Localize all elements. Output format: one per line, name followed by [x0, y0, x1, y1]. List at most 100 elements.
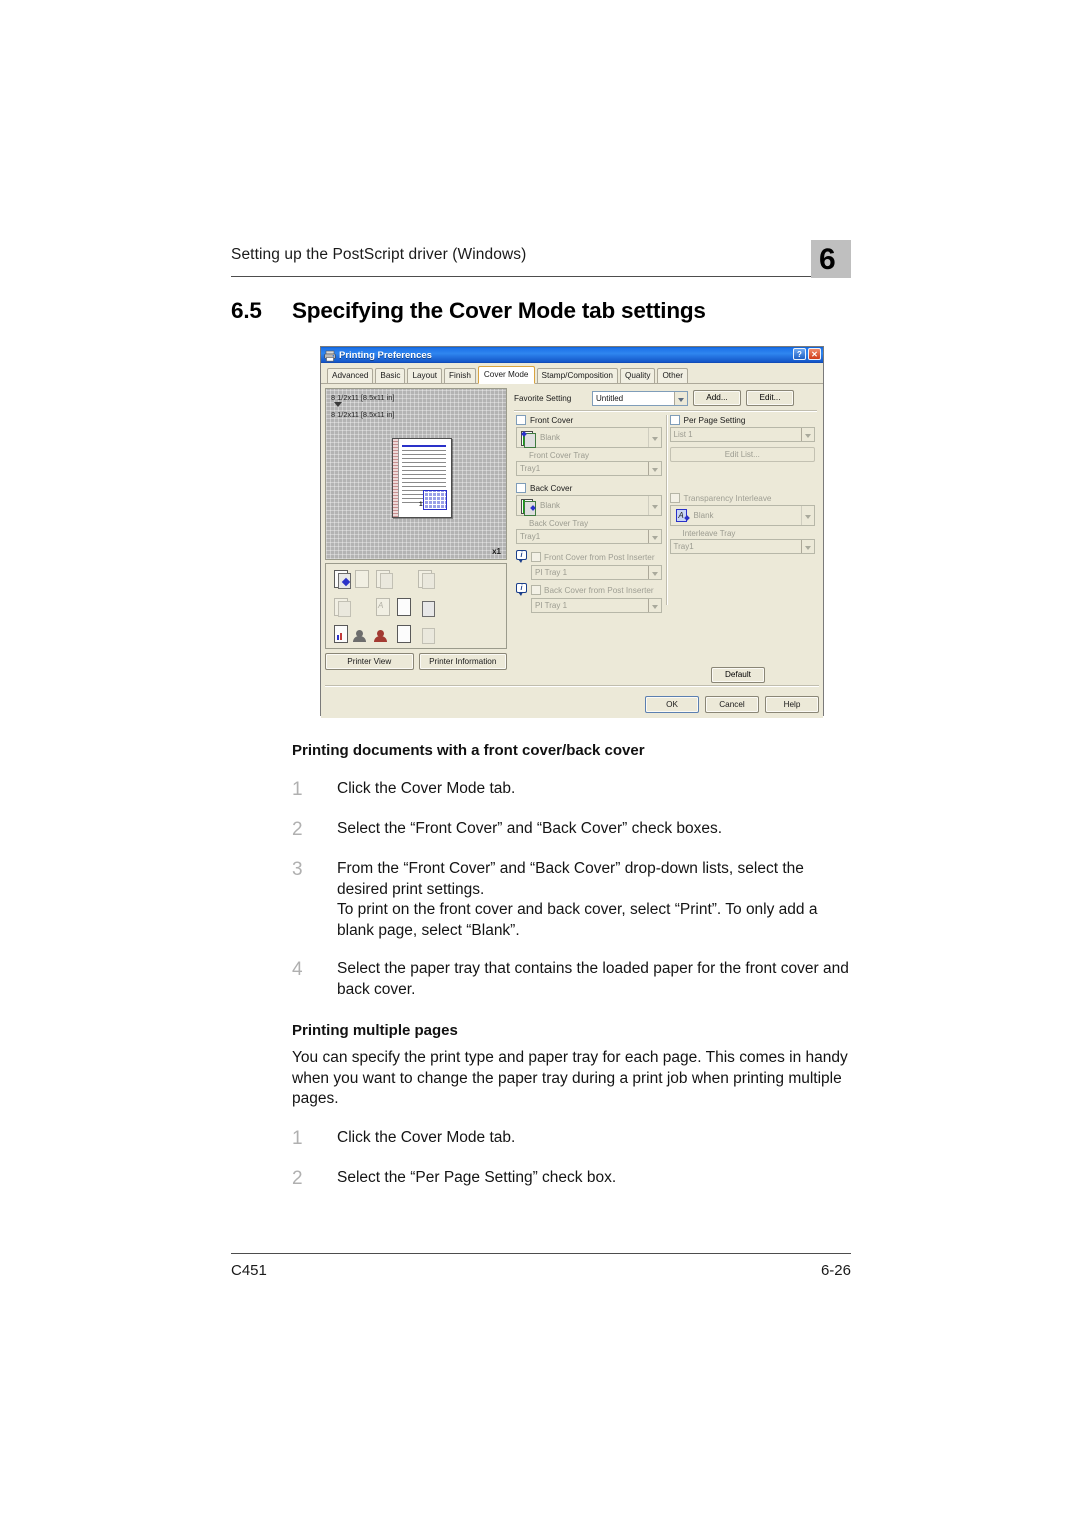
front-cover-tray-select[interactable]: Tray1: [516, 461, 662, 476]
back-cover-post-inserter-label: Back Cover from Post Inserter: [544, 585, 654, 595]
transparency-interleave-select[interactable]: A Blank: [669, 505, 815, 526]
tab-advanced[interactable]: Advanced: [327, 368, 374, 383]
chevron-down-icon: [647, 599, 661, 612]
step-text: Click the Cover Mode tab.: [337, 1129, 516, 1146]
front-cover-checkbox-row[interactable]: Front Cover: [516, 415, 662, 425]
tab-quality[interactable]: Quality: [619, 368, 656, 383]
transparency-interleave-label: Transparency Interleave: [683, 493, 772, 503]
printing-preferences-dialog: Printing Preferences ? ✕ Advanced Basic …: [320, 346, 824, 718]
copy-sheets-icon: [373, 568, 394, 589]
back-cover-checkbox[interactable]: [516, 483, 526, 493]
front-cover-post-inserter-label: Front Cover from Post Inserter: [544, 552, 655, 562]
interleave-tray-value: Tray1: [673, 542, 694, 551]
printer-view-button[interactable]: Printer View: [325, 653, 414, 670]
step-text: Click the Cover Mode tab.: [337, 780, 516, 797]
back-cover-post-inserter-tray-select[interactable]: PI Tray 1: [531, 598, 662, 613]
chevron-down-icon: [647, 530, 661, 543]
dialog-action-buttons: OK Cancel Help: [645, 696, 819, 713]
user-auth-icon: [352, 623, 373, 644]
step-text: Select the “Front Cover” and “Back Cover…: [337, 820, 723, 837]
back-cover-icon: [519, 497, 536, 516]
printer-output-icon: [331, 568, 352, 589]
edit-list-button[interactable]: Edit List...: [669, 447, 815, 462]
secure-print-icon: [394, 623, 415, 644]
account-track-icon: [373, 623, 394, 644]
step-item: 3 From the “Front Cover” and “Back Cover…: [292, 859, 852, 941]
cancel-button[interactable]: Cancel: [705, 696, 759, 713]
duplex-icon: [331, 596, 352, 617]
edit-favorite-button[interactable]: Edit...: [746, 390, 794, 406]
footer-divider: [325, 685, 819, 687]
section-heading-2: Printing multiple pages: [292, 1022, 458, 1039]
transparency-interleave-checkbox-row[interactable]: Transparency Interleave: [669, 493, 816, 503]
front-cover-icon: [519, 429, 536, 448]
front-cover-post-inserter-row[interactable]: i Front Cover from Post Inserter: [516, 550, 662, 564]
finisher-icon: [415, 623, 436, 644]
tab-other[interactable]: Other: [657, 368, 688, 383]
default-button[interactable]: Default: [711, 667, 765, 683]
preview-page-number: 1: [419, 501, 423, 508]
per-page-setting-checkbox[interactable]: [669, 415, 680, 425]
interleave-tray-select[interactable]: Tray1: [669, 539, 815, 554]
color-document-icon: [331, 623, 352, 644]
step-number: 4: [292, 959, 303, 980]
front-cover-post-inserter-checkbox[interactable]: [531, 552, 541, 562]
back-cover-post-inserter-checkbox[interactable]: [531, 585, 541, 595]
tab-finish[interactable]: Finish: [444, 368, 476, 383]
front-cover-post-inserter-value: PI Tray 1: [535, 568, 568, 577]
status-icon-grid: A: [325, 563, 507, 649]
preview-paper: 1: [392, 438, 452, 518]
close-icon[interactable]: ✕: [808, 348, 821, 360]
step-item: 2 Select the “Per Page Setting” check bo…: [292, 1168, 852, 1189]
favorite-setting-row: Favorite Setting Untitled Add... Edit...: [512, 388, 819, 406]
step-number: 1: [292, 779, 303, 800]
tab-cover-mode[interactable]: Cover Mode: [477, 366, 535, 384]
tab-basic[interactable]: Basic: [375, 368, 406, 383]
transparency-interleave-checkbox[interactable]: [669, 493, 680, 503]
step-number: 1: [292, 1128, 303, 1149]
help-button[interactable]: Help: [765, 696, 819, 713]
help-titlebar-button[interactable]: ?: [793, 348, 806, 360]
chevron-down-icon: [647, 566, 661, 579]
chevron-down-icon: [647, 462, 661, 475]
per-page-setting-checkbox-row[interactable]: Per Page Setting: [669, 415, 816, 425]
preview-binding-edge: [393, 439, 399, 517]
chevron-down-icon: [647, 496, 661, 515]
per-page-list-select[interactable]: List 1: [669, 427, 815, 442]
back-cover-post-inserter-row[interactable]: i Back Cover from Post Inserter: [516, 583, 662, 597]
step-number: 3: [292, 859, 303, 880]
interleave-icon: A: [673, 507, 690, 524]
info-icon[interactable]: i: [516, 583, 528, 597]
front-cover-select[interactable]: Blank: [516, 427, 662, 448]
tab-layout[interactable]: Layout: [407, 368, 443, 383]
front-cover-label: Front Cover: [530, 415, 574, 425]
divider: [514, 410, 817, 412]
front-cover-post-inserter-tray-select[interactable]: PI Tray 1: [531, 565, 662, 580]
back-cover-tray-value: Tray1: [520, 532, 541, 541]
ok-button[interactable]: OK: [645, 696, 699, 713]
running-head: Setting up the PostScript driver (Window…: [231, 246, 851, 280]
front-cover-checkbox[interactable]: [516, 415, 526, 425]
favorite-setting-select[interactable]: Untitled: [592, 390, 688, 406]
chapter-number: 6: [819, 243, 836, 276]
add-favorite-button[interactable]: Add...: [693, 390, 741, 406]
chevron-down-icon: [801, 540, 814, 553]
overlay-a-icon: A: [373, 596, 394, 617]
section-number: 6.5: [231, 298, 262, 323]
tab-stamp-composition[interactable]: Stamp/Composition: [536, 368, 618, 383]
document-page: Setting up the PostScript driver (Window…: [0, 0, 1080, 1527]
status-icon-row: [331, 568, 501, 589]
printer-information-button[interactable]: Printer Information: [418, 653, 507, 670]
front-cover-tray-label: Front Cover Tray: [529, 451, 590, 460]
preview-pane: 8 1/2x11 [8.5x11 in] 8 1/2x11 [8.5x11 in…: [325, 388, 507, 714]
step-item: 2 Select the “Front Cover” and “Back Cov…: [292, 819, 852, 840]
back-cover-checkbox-row[interactable]: Back Cover: [516, 483, 662, 493]
back-cover-select[interactable]: Blank: [516, 495, 662, 516]
preview-buttons: Printer View Printer Information: [325, 653, 507, 670]
back-cover-tray-select[interactable]: Tray1: [516, 529, 662, 544]
status-icon-row: A: [331, 596, 501, 617]
preview-output-size: 8 1/2x11 [8.5x11 in]: [331, 410, 395, 419]
info-icon[interactable]: i: [516, 550, 528, 564]
cover-settings-column: Front Cover Blank Front Cover Tray Tray1: [512, 415, 666, 714]
dialog-title: Printing Preferences: [339, 349, 432, 361]
